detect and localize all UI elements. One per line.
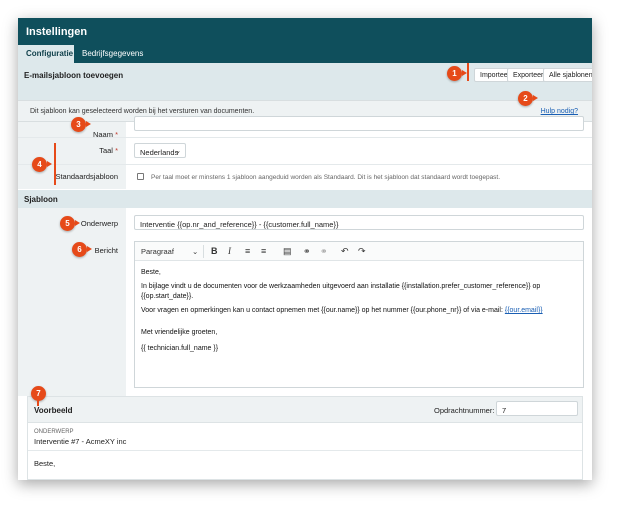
preview-body-start: Beste, — [34, 459, 56, 468]
email-link[interactable]: {{our.email}} — [505, 307, 543, 314]
message-editor[interactable]: Paragraaf ⌄ B I ≡ ≡ ▤ ⚭ ⚭ ↶ ↷ Beste, In … — [134, 241, 584, 388]
message-line: Met vriendelijke groeten, — [141, 329, 218, 336]
template-header: E-mailsjabloon toevoegen Importeer Expor… — [18, 63, 592, 100]
arrow-icon — [75, 220, 80, 226]
annotation-marker: 4 — [32, 157, 47, 172]
annotation-marker: 6 — [72, 242, 87, 257]
default-label: Standaardsjabloon — [55, 172, 118, 181]
message-line: Beste, — [141, 269, 161, 276]
tab-bedrijfsgegevens[interactable]: Bedrijfsgegevens — [74, 45, 154, 63]
annotation-marker: 7 — [31, 386, 46, 401]
template-section-header: Sjabloon — [18, 190, 592, 208]
paragraph-format-select[interactable]: Paragraaf ⌄ — [141, 247, 198, 257]
undo-icon[interactable]: ↶ — [341, 246, 349, 256]
template-section-title: Sjabloon — [24, 195, 58, 204]
default-checkbox[interactable] — [137, 173, 144, 180]
message-line: In bijlage vindt u de documenten voor de… — [141, 283, 541, 290]
redo-icon[interactable]: ↷ — [358, 246, 366, 256]
tab-configuratie[interactable]: Configuratie — [18, 45, 74, 63]
tab-bar: Configuratie Bedrijfsgegevens — [18, 45, 592, 63]
row-divider — [18, 137, 592, 138]
language-select-value: Nederlands — [140, 148, 179, 157]
help-link[interactable]: Hulp nodig? — [541, 108, 578, 115]
annotation-marker: 5 — [60, 216, 75, 231]
language-select[interactable]: Nederlands ⌄ — [134, 143, 186, 158]
numbered-list-icon[interactable]: ≡ — [261, 246, 266, 256]
language-label: Taal * — [99, 146, 118, 155]
row-divider — [18, 164, 592, 165]
message-line-text: Voor vragen en opmerkingen kan u contact… — [141, 307, 505, 314]
annotation-bar — [467, 63, 469, 81]
arrow-icon — [86, 121, 91, 127]
unlink-icon[interactable]: ⚭ — [320, 246, 328, 256]
toolbar-divider — [203, 245, 204, 258]
arrow-icon — [533, 95, 538, 101]
name-input[interactable] — [134, 116, 584, 131]
annotation-marker: 1 — [447, 66, 462, 81]
page-title: E-mailsjabloon toevoegen — [24, 71, 124, 80]
language-label-text: Taal — [99, 146, 113, 155]
annotation-marker: 3 — [71, 117, 86, 132]
window-title: Instellingen — [18, 18, 592, 45]
required-mark: * — [115, 146, 118, 155]
link-icon[interactable]: ⚭ — [303, 246, 311, 256]
annotation-bar — [37, 400, 39, 406]
annotation-marker: 2 — [518, 91, 533, 106]
info-text: Dit sjabloon kan geselecteerd worden bij… — [30, 108, 255, 115]
bold-icon[interactable]: B — [211, 246, 218, 256]
chevron-down-icon: ⌄ — [175, 148, 181, 155]
order-number-input[interactable]: 7 — [496, 401, 578, 416]
arrow-icon — [87, 246, 92, 252]
template-label-column — [18, 208, 126, 396]
paragraph-format-value: Paragraaf — [141, 247, 174, 256]
subject-label: Onderwerp — [80, 219, 118, 228]
editor-toolbar: Paragraaf ⌄ B I ≡ ≡ ▤ ⚭ ⚭ ↶ ↷ — [135, 242, 583, 261]
italic-icon[interactable]: I — [228, 246, 231, 256]
order-number-label: Opdrachtnummer: — [434, 406, 495, 415]
subject-input[interactable]: Interventie {{op.nr_and_reference}} - {{… — [134, 215, 584, 230]
message-line: {{op.start_date}}. — [141, 293, 194, 300]
settings-window: Instellingen Configuratie Bedrijfsgegeve… — [18, 18, 592, 480]
default-hint: Per taal moet er minstens 1 sjabloon aan… — [151, 174, 501, 181]
preview-subject-caption: ONDERWERP — [34, 429, 74, 435]
preview-header: Voorbeeld Opdrachtnummer: 7 — [28, 397, 582, 423]
annotation-bar — [54, 143, 56, 185]
message-line: Voor vragen en opmerkingen kan u contact… — [141, 307, 543, 314]
chevron-down-icon: ⌄ — [192, 247, 199, 256]
row-divider — [28, 450, 582, 451]
preview-subject: Interventie #7 - AcmeXY inc — [34, 437, 127, 446]
bullet-list-icon[interactable]: ≡ — [245, 246, 250, 256]
preview-panel: Voorbeeld Opdrachtnummer: 7 ONDERWERP In… — [27, 396, 583, 480]
message-line: {{ technician.full_name }} — [141, 345, 219, 352]
arrow-icon — [47, 161, 52, 167]
paste-icon[interactable]: ▤ — [283, 246, 292, 256]
preview-title: Voorbeeld — [34, 406, 73, 415]
message-label: Bericht — [94, 246, 118, 255]
all-templates-button[interactable]: Alle sjablonen — [543, 68, 592, 82]
